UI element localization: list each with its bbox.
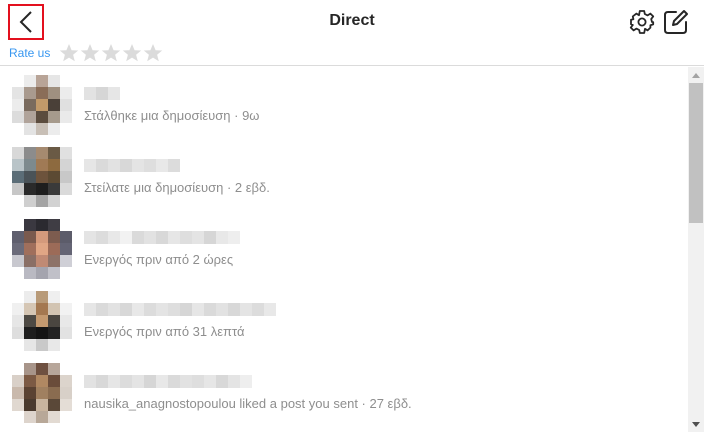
compose-icon — [664, 10, 688, 34]
compose-button[interactable] — [662, 8, 690, 36]
conversation-item[interactable]: Ενεργός πριν από 2 ώρες — [0, 211, 688, 281]
star-icon[interactable] — [80, 43, 100, 63]
rating-stars — [59, 43, 163, 63]
page-title: Direct — [329, 12, 375, 29]
arrow-up-icon — [692, 72, 700, 78]
header-bar: Direct Rate us — [0, 0, 704, 66]
star-icon[interactable] — [122, 43, 142, 63]
conversation-subtext: nausika_anagnostopoulou liked a post you… — [84, 396, 412, 411]
username-redacted — [84, 87, 120, 100]
scroll-up-button[interactable] — [688, 67, 704, 83]
conversation-item[interactable]: nausika_anagnostopoulou liked a post you… — [0, 355, 688, 425]
conversation-item[interactable]: Στείλατε μια δημοσίευση · 2 εβδ. — [0, 139, 688, 209]
star-icon[interactable] — [59, 43, 79, 63]
star-icon[interactable] — [143, 43, 163, 63]
gear-icon — [629, 10, 655, 34]
conversation-subtext: Στείλατε μια δημοσίευση · 2 εβδ. — [84, 180, 270, 195]
conversation-item[interactable]: Ενεργός πριν από 31 λεπτά — [0, 283, 688, 353]
scrollbar-thumb[interactable] — [689, 83, 703, 223]
avatar — [12, 219, 72, 279]
avatar — [12, 291, 72, 351]
settings-button[interactable] — [628, 8, 656, 36]
avatar — [12, 363, 72, 423]
conversation-subtext: Ενεργός πριν από 31 λεπτά — [84, 324, 245, 339]
star-icon[interactable] — [101, 43, 121, 63]
conversation-subtext: Στάλθηκε μια δημοσίευση · 9ω — [84, 108, 260, 123]
conversation-subtext: Ενεργός πριν από 2 ώρες — [84, 252, 234, 267]
username-redacted — [84, 231, 240, 244]
username-redacted — [84, 375, 252, 388]
scroll-down-button[interactable] — [688, 416, 704, 432]
avatar — [12, 147, 72, 207]
username-redacted — [84, 303, 276, 316]
username-redacted — [84, 159, 180, 172]
conversation-item[interactable]: Στάλθηκε μια δημοσίευση · 9ω — [0, 67, 688, 137]
avatar — [12, 75, 72, 135]
scrollbar[interactable] — [688, 67, 704, 432]
rate-row: Rate us — [9, 43, 163, 63]
conversation-list: Στάλθηκε μια δημοσίευση · 9ω Στείλατε μι… — [0, 67, 688, 432]
rate-us-link[interactable]: Rate us — [9, 46, 50, 60]
arrow-down-icon — [692, 421, 700, 427]
